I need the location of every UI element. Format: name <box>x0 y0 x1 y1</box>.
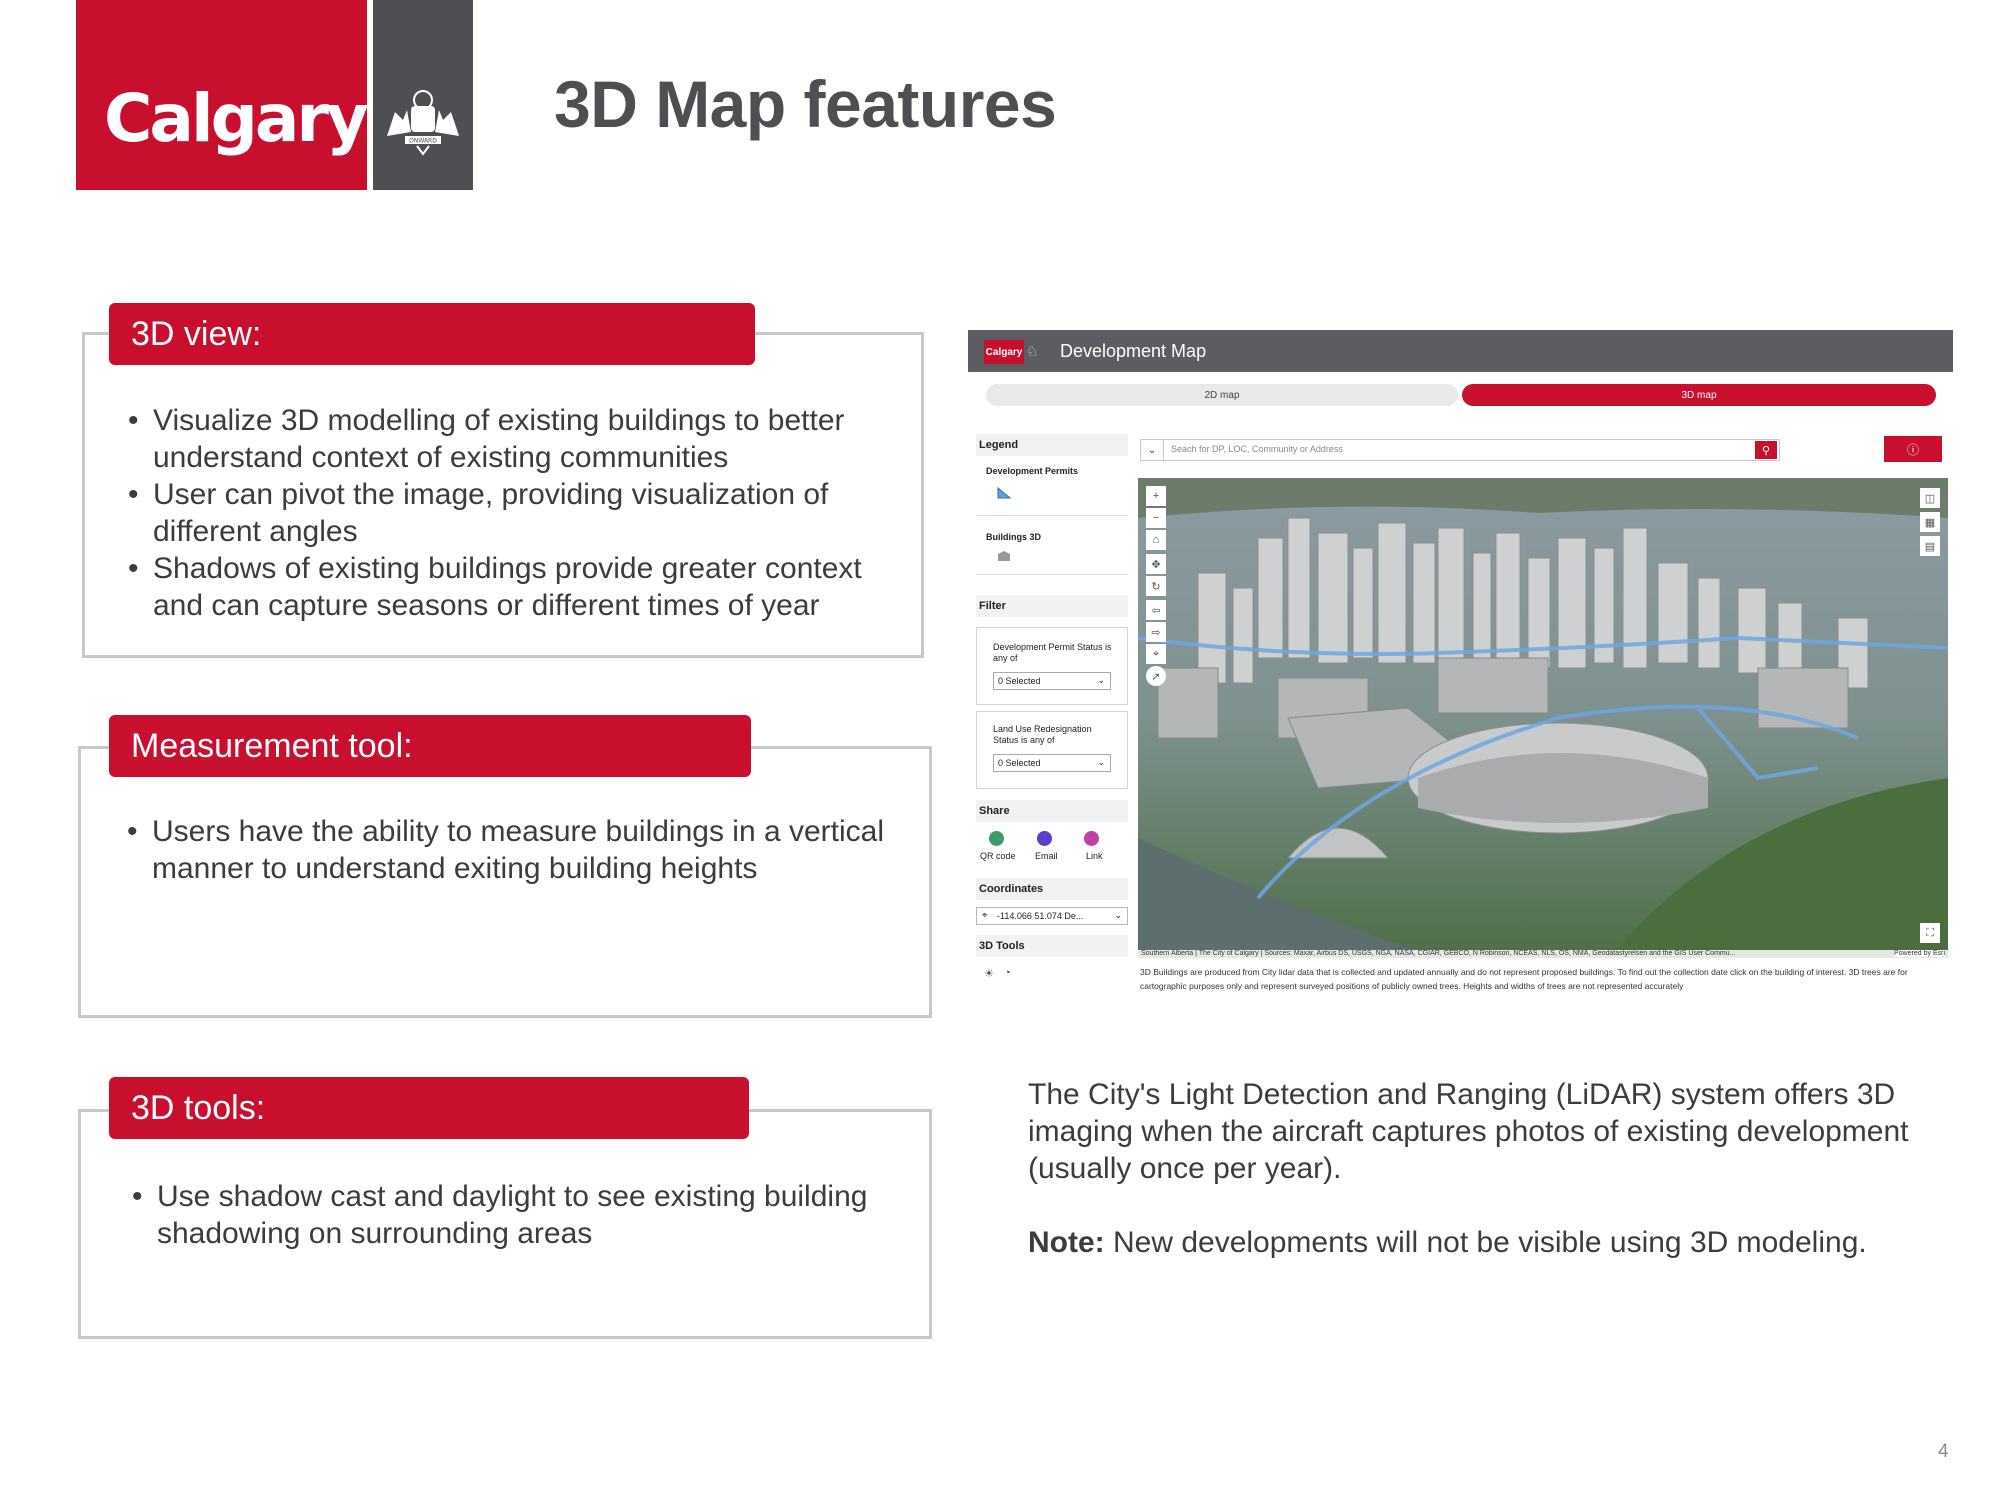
share-qr-label[interactable]: QR code <box>980 851 1016 861</box>
tab-2d-map[interactable]: 2D map <box>986 384 1458 406</box>
chevron-down-icon[interactable]: ⌄ <box>1114 910 1122 921</box>
rotate-icon[interactable]: ↻ <box>1146 576 1166 596</box>
chevron-down-icon[interactable]: ⌄ <box>1141 440 1164 460</box>
crest-icon: ♘ <box>1026 343 1039 359</box>
filter-label: Development Permit Status is any of <box>993 642 1112 663</box>
3d-map-view[interactable]: + − ⌂ ✥ ↻ ⇦ ⇨ ⌖ ➚ ◫ ▦ ▤ ⛶ <box>1138 478 1948 958</box>
crest-icon: ONWARD <box>387 90 459 156</box>
next-view-icon[interactable]: ⇨ <box>1146 622 1166 642</box>
section-measurement-tab: Measurement tool: <box>109 715 751 777</box>
filter-heading: Filter <box>976 595 1128 617</box>
share-link-label[interactable]: Link <box>1086 851 1103 861</box>
app-title: Development Map <box>1060 341 1207 361</box>
section-3d-view-tab: 3D view: <box>109 303 755 365</box>
select-value: 0 Selected <box>998 758 1041 768</box>
calgary-logo-text: Calgary <box>104 80 369 157</box>
chevron-down-icon: ⌄ <box>1097 757 1105 767</box>
description-paragraph: The City's Light Detection and Ranging (… <box>1028 1078 1909 1185</box>
3d-tools-heading: 3D Tools <box>976 935 1128 957</box>
search-bar: ⌄ Seach for DP, LOC, Community or Addres… <box>1140 439 1780 461</box>
share-heading: Share <box>976 800 1128 822</box>
building-symbol-icon <box>998 551 1010 561</box>
lidar-description: The City's Light Detection and Ranging (… <box>1028 1076 1928 1298</box>
locate-icon[interactable]: ⌖ <box>1146 644 1166 664</box>
powered-by-link[interactable]: Powered by Esri <box>1894 950 1945 957</box>
page-number: 4 <box>1938 1441 1949 1462</box>
bullet-item: Shadows of existing buildings provide gr… <box>128 550 908 624</box>
bullet-item: Visualize 3D modelling of existing build… <box>128 402 908 476</box>
svg-text:ONWARD: ONWARD <box>409 138 437 145</box>
permit-status-select[interactable]: 0 Selected ⌄ <box>993 672 1111 690</box>
pan-icon[interactable]: ✥ <box>1146 554 1166 574</box>
calgary-logo: Calgary <box>76 0 369 190</box>
permit-symbol-icon <box>997 486 1011 499</box>
tab-3d-map[interactable]: 3D map <box>1462 384 1936 406</box>
layers-icon[interactable]: ◫ <box>1920 488 1940 508</box>
zoom-in-button[interactable]: + <box>1146 486 1166 506</box>
divider <box>976 515 1128 516</box>
description-note: Note: New developments will not be visib… <box>1028 1224 1928 1261</box>
section-3d-view-bullets: Visualize 3D modelling of existing build… <box>128 402 908 624</box>
filter-card: Development Permit Status is any of 0 Se… <box>976 627 1128 705</box>
city-crest-logo: ONWARD <box>373 0 473 190</box>
crosshair-icon: ⌖ <box>982 910 988 921</box>
map-attribution: Southern Alberta | The City of Calgary |… <box>1138 950 1948 960</box>
land-use-status-select[interactable]: 0 Selected ⌄ <box>993 754 1111 772</box>
share-email-label[interactable]: Email <box>1035 851 1058 861</box>
legend-heading: Legend <box>976 434 1128 456</box>
info-icon[interactable]: ⓘ <box>1884 436 1942 462</box>
note-text: New developments will not be visible usi… <box>1104 1226 1867 1259</box>
divider <box>976 574 1128 575</box>
attribution-text: Southern Alberta | The City of Calgary |… <box>1141 950 1736 957</box>
basemap-gallery-icon[interactable]: ▦ <box>1920 512 1940 532</box>
legend-item-buildings-3d: Buildings 3D <box>986 532 1042 542</box>
zoom-out-button[interactable]: − <box>1146 508 1166 528</box>
section-3d-tools-tab: 3D tools: <box>109 1077 749 1139</box>
app-logo: Calgary <box>984 340 1024 364</box>
fullscreen-icon[interactable]: ⛶ <box>1920 923 1940 943</box>
previous-view-icon[interactable]: ⇦ <box>1146 600 1166 620</box>
map-note: 3D Buildings are produced from City lida… <box>1140 967 1908 991</box>
development-map-screenshot: Calgary ♘ Development Map 2D map 3D map … <box>968 330 1953 1000</box>
email-icon[interactable] <box>1037 831 1052 846</box>
bullet-item: Use shadow cast and daylight to see exis… <box>132 1178 912 1252</box>
search-input[interactable]: Seach for DP, LOC, Community or Address <box>1171 444 1343 454</box>
section-3d-tools-bullets: Use shadow cast and daylight to see exis… <box>132 1178 912 1252</box>
coordinates-field[interactable]: ⌖ -114.066 51.074 De... ⌄ <box>976 907 1128 925</box>
bullet-item: User can pivot the image, providing visu… <box>128 476 908 550</box>
shadow-cast-icon[interactable]: ◔ <box>1004 967 1011 979</box>
filter-label: Land Use Redesignation Status is any of <box>993 724 1092 745</box>
link-icon[interactable] <box>1084 831 1099 846</box>
qr-code-icon[interactable] <box>989 831 1004 846</box>
filter-card: Land Use Redesignation Status is any of … <box>976 711 1128 789</box>
note-label: Note: <box>1028 1226 1105 1259</box>
chevron-down-icon: ⌄ <box>1097 675 1105 685</box>
measure-icon[interactable]: ▤ <box>1920 536 1940 556</box>
legend-item-development-permits: Development Permits <box>986 466 1079 476</box>
city-3d-scene <box>1138 478 1948 958</box>
coordinates-heading: Coordinates <box>976 878 1128 900</box>
page-title: 3D Map features <box>554 67 1057 141</box>
daylight-icon[interactable]: ☀ <box>984 967 994 980</box>
home-icon[interactable]: ⌂ <box>1146 530 1166 550</box>
coordinates-value: -114.066 51.074 De... <box>997 911 1084 921</box>
select-value: 0 Selected <box>998 676 1041 686</box>
search-icon[interactable]: ⚲ <box>1755 441 1777 459</box>
section-measurement-bullets: Users have the ability to measure buildi… <box>127 813 907 887</box>
compass-icon[interactable]: ➚ <box>1146 666 1166 686</box>
bullet-item: Users have the ability to measure buildi… <box>127 813 907 887</box>
app-header: Calgary ♘ Development Map <box>968 330 1953 372</box>
